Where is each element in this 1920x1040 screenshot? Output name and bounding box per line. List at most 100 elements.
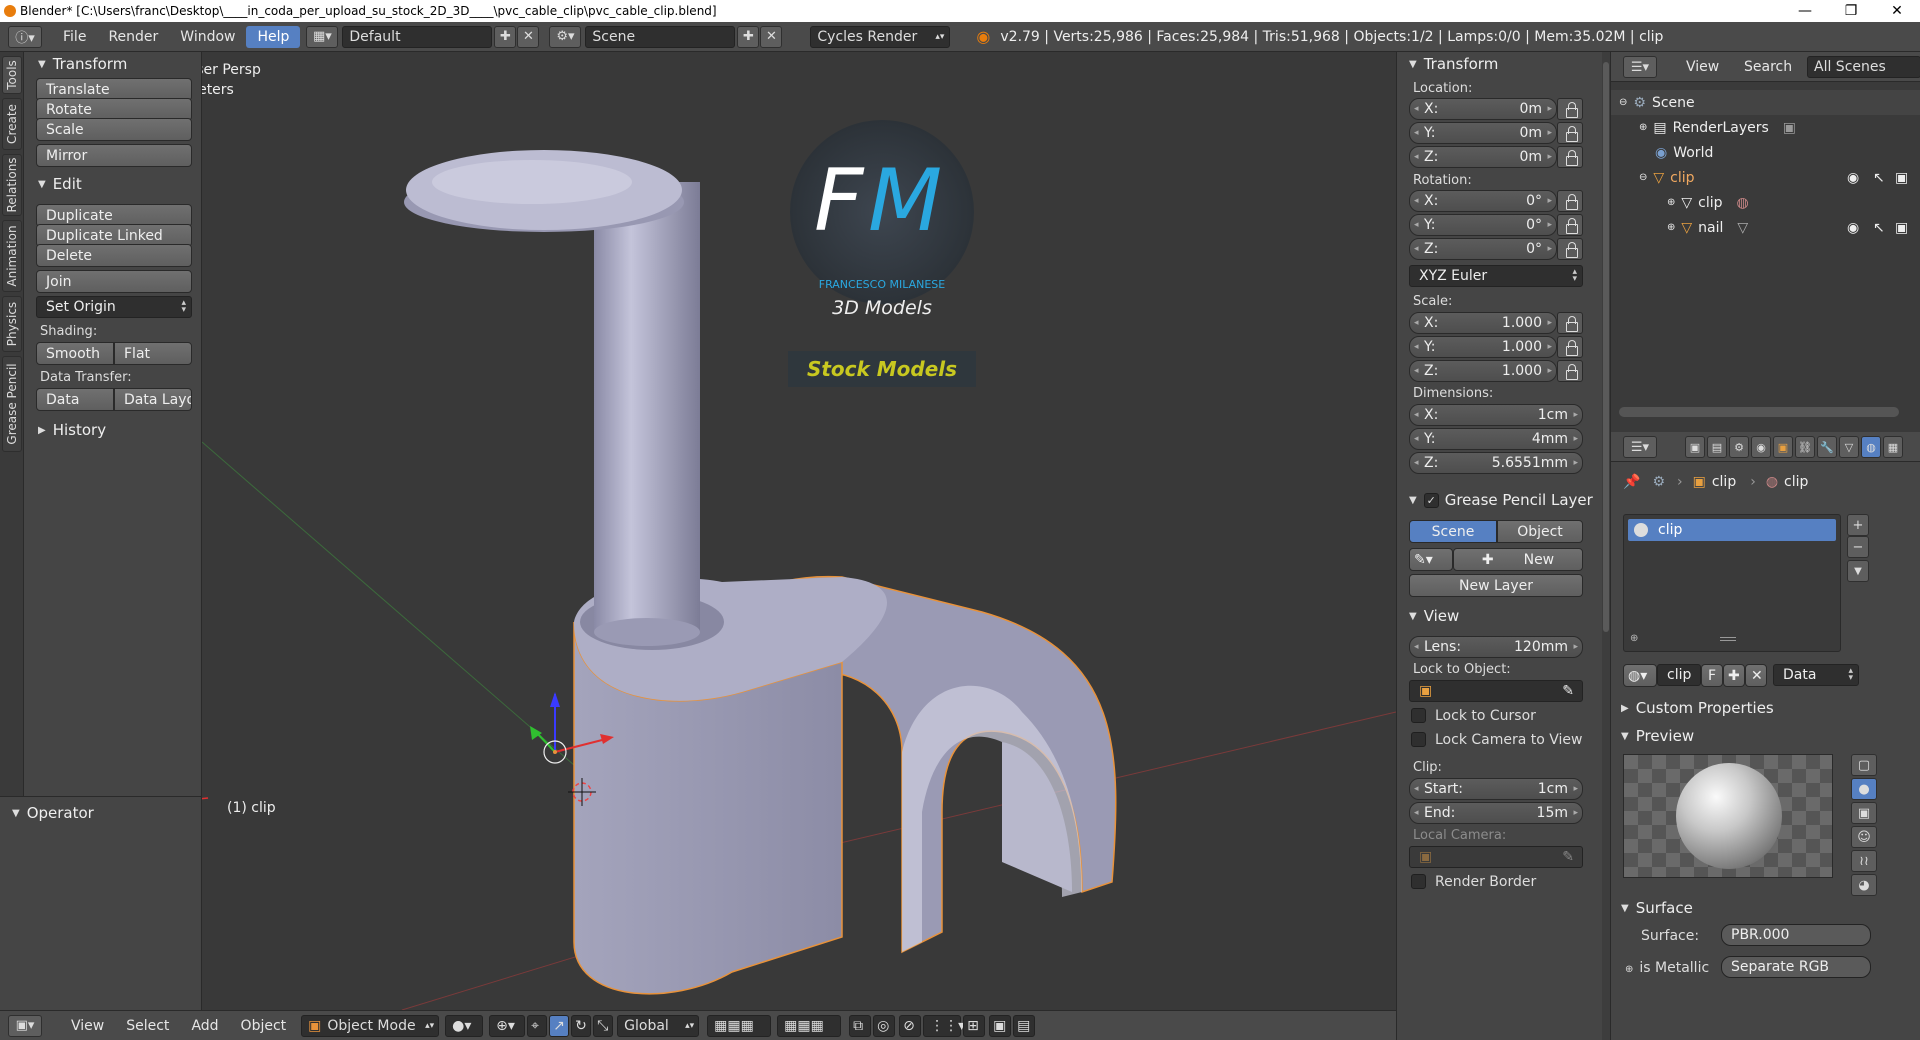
properties-region-scrollbar[interactable] bbox=[1602, 52, 1610, 632]
dimension-y-field[interactable]: Y: 4mm bbox=[1409, 428, 1583, 450]
grease-datablock-icon[interactable]: ✎▾ bbox=[1409, 548, 1453, 571]
outliner-menu-search[interactable]: Search bbox=[1733, 56, 1803, 78]
menu-add[interactable]: Add bbox=[180, 1015, 229, 1037]
visibility-eye-icon[interactable]: ◉ bbox=[1847, 220, 1859, 236]
surface-panel-header[interactable]: ▼ Surface bbox=[1621, 896, 1693, 920]
material-name-field[interactable]: clip bbox=[1657, 664, 1701, 686]
outliner-row-clip[interactable]: ⊖ ▽ clip ◉ ↖ ▣ bbox=[1611, 165, 1920, 190]
render-layers-tab-icon[interactable]: ▤ bbox=[1707, 436, 1727, 458]
scale-manipulator-icon[interactable]: ⤡ bbox=[593, 1014, 614, 1037]
lock-location-y-icon[interactable] bbox=[1557, 122, 1583, 144]
edit-panel-header[interactable]: ▼ Edit bbox=[38, 172, 82, 196]
preview-monkey-icon[interactable]: ☺ bbox=[1851, 826, 1877, 848]
lock-rotation-z-icon[interactable] bbox=[1557, 238, 1583, 260]
clip-end-field[interactable]: End: 15m bbox=[1409, 802, 1583, 824]
surface-shader-field[interactable]: PBR.000 bbox=[1721, 924, 1871, 946]
material-tab-icon[interactable]: ◍ bbox=[1861, 436, 1881, 458]
scene-icon[interactable]: ⚙▾ bbox=[549, 25, 582, 48]
material-link-dropdown[interactable]: Data ▴ ▾ bbox=[1773, 664, 1859, 686]
outliner-editor-type-icon[interactable]: ☰▾ bbox=[1623, 56, 1657, 78]
render-camera-icon[interactable]: ▣ bbox=[1895, 170, 1908, 186]
scale-x-field[interactable]: X: 1.000 bbox=[1409, 312, 1557, 334]
outliner-horizontal-scrollbar[interactable] bbox=[1619, 407, 1899, 417]
selectable-arrow-icon[interactable]: ↖ bbox=[1873, 220, 1885, 236]
menu-object[interactable]: Object bbox=[230, 1015, 298, 1037]
editor-type-icon[interactable]: ▣▾ bbox=[8, 1014, 42, 1037]
proportional-edit-icon[interactable]: ◎ bbox=[873, 1014, 896, 1037]
rotation-x-field[interactable]: X: 0° bbox=[1409, 190, 1557, 212]
render-animation-icon[interactable]: ▤ bbox=[1013, 1014, 1036, 1037]
layers-block-2[interactable]: ▦▦▦ bbox=[777, 1014, 842, 1037]
grease-pencil-panel-header[interactable]: ▼ ✓ Grease Pencil Layer bbox=[1409, 488, 1599, 512]
manipulator-toggle-icon[interactable]: ⌖ bbox=[527, 1014, 548, 1037]
input-link-icon[interactable]: ⊕ bbox=[1625, 964, 1633, 975]
operator-panel-header[interactable]: ▼ Operator bbox=[12, 801, 94, 825]
outliner-row-nail[interactable]: ⊕ ▽ nail ▽ ◉ ↖ ▣ bbox=[1611, 215, 1920, 240]
history-panel-header[interactable]: ▶ History bbox=[38, 418, 106, 442]
mirror-button[interactable]: Mirror bbox=[36, 144, 192, 167]
data-tab-icon[interactable]: ▽ bbox=[1839, 436, 1859, 458]
preview-sphere-icon[interactable]: ● bbox=[1851, 778, 1877, 800]
pin-icon[interactable]: 📌 bbox=[1623, 474, 1640, 490]
menu-render[interactable]: Render bbox=[97, 26, 169, 48]
remove-scene-icon[interactable]: ✕ bbox=[760, 25, 783, 48]
scene-tab-icon[interactable]: ⚙ bbox=[1729, 436, 1749, 458]
data-layout-button[interactable]: Data Layo bbox=[114, 388, 192, 411]
is-metallic-field[interactable]: Separate RGB bbox=[1721, 956, 1871, 978]
pivot-point-dropdown[interactable]: ⊕▾ bbox=[489, 1014, 526, 1037]
unlink-material-icon[interactable]: ✕ bbox=[1745, 664, 1767, 687]
menu-select[interactable]: Select bbox=[115, 1015, 180, 1037]
join-button[interactable]: Join bbox=[36, 270, 192, 293]
clip-start-field[interactable]: Start: 1cm bbox=[1409, 778, 1583, 800]
expand-icon[interactable]: ⊕ bbox=[1639, 122, 1647, 133]
smooth-button[interactable]: Smooth bbox=[36, 342, 114, 365]
snap-element-dropdown[interactable]: ⋮⋮▾ bbox=[923, 1014, 965, 1037]
3d-viewport[interactable]: F M FRANCESCO MILANESE 3D Models Stock M… bbox=[202, 52, 1396, 1010]
material-specials-icon[interactable]: ▼ bbox=[1847, 560, 1869, 582]
preview-flat-icon[interactable]: ▢ bbox=[1851, 754, 1877, 776]
lock-scale-y-icon[interactable] bbox=[1557, 336, 1583, 358]
properties-editor-type-icon[interactable]: ☰▾ bbox=[1623, 436, 1657, 458]
rotation-y-field[interactable]: Y: 0° bbox=[1409, 214, 1557, 236]
menu-help[interactable]: Help bbox=[246, 25, 301, 48]
close-button[interactable]: ✕ bbox=[1874, 3, 1920, 19]
preview-world-icon[interactable]: ◕ bbox=[1851, 874, 1877, 896]
render-border-checkbox[interactable] bbox=[1411, 874, 1426, 889]
dimension-x-field[interactable]: X: 1cm bbox=[1409, 404, 1583, 426]
snap-target-icon[interactable]: ⊞ bbox=[963, 1014, 986, 1037]
delete-button[interactable]: Delete bbox=[36, 244, 192, 267]
lock-object-field[interactable]: ▣ ✎ bbox=[1409, 680, 1583, 702]
preview-hair-icon[interactable]: ≀≀ bbox=[1851, 850, 1877, 872]
rotation-mode-dropdown[interactable]: XYZ Euler ▴ ▾ bbox=[1409, 265, 1583, 287]
add-scene-icon[interactable]: ✚ bbox=[737, 25, 760, 48]
eyedropper-icon[interactable]: ✎ bbox=[1562, 849, 1574, 865]
lock-scale-z-icon[interactable] bbox=[1557, 360, 1583, 382]
transform-panel-header[interactable]: ▼ Transform bbox=[1409, 52, 1498, 76]
render-opengl-icon[interactable]: ▣ bbox=[989, 1014, 1012, 1037]
transform-panel-header[interactable]: ▼ Transform bbox=[38, 52, 127, 76]
snap-toggle-icon[interactable]: ⊘ bbox=[899, 1014, 922, 1037]
set-origin-dropdown[interactable]: Set Origin ▴ ▾ bbox=[36, 296, 192, 318]
grease-scene-button[interactable]: Scene bbox=[1409, 520, 1497, 543]
tab-tools[interactable]: Tools bbox=[2, 56, 22, 94]
scene-field[interactable]: Scene bbox=[585, 25, 736, 48]
location-z-field[interactable]: Z: 0m bbox=[1409, 146, 1557, 168]
menu-window[interactable]: Window bbox=[169, 26, 246, 48]
object-tab-icon[interactable]: ▣ bbox=[1773, 436, 1793, 458]
lock-location-z-icon[interactable] bbox=[1557, 146, 1583, 168]
viewport-shading-dropdown[interactable]: ●▾ bbox=[445, 1014, 484, 1037]
collapse-icon[interactable]: ⊖ bbox=[1639, 172, 1647, 183]
view-panel-header[interactable]: ▼ View bbox=[1409, 604, 1459, 628]
selectable-arrow-icon[interactable]: ↖ bbox=[1873, 170, 1885, 186]
fake-user-button[interactable]: F bbox=[1701, 664, 1723, 687]
render-engine-dropdown[interactable]: Cycles Render ▴▾ bbox=[810, 25, 951, 48]
maximize-button[interactable]: ❐ bbox=[1828, 3, 1874, 19]
lock-rotation-y-icon[interactable] bbox=[1557, 214, 1583, 236]
outliner-row-scene[interactable]: ⊖ ⚙ Scene bbox=[1611, 90, 1920, 115]
visibility-eye-icon[interactable]: ◉ bbox=[1847, 170, 1859, 186]
grease-new-button[interactable]: ✚ New bbox=[1453, 548, 1583, 571]
tab-animation[interactable]: Animation bbox=[2, 220, 22, 292]
lock-camera-layers-icon[interactable]: ⧉ bbox=[849, 1014, 872, 1037]
render-tab-icon[interactable]: ▣ bbox=[1685, 436, 1705, 458]
layers-block-1[interactable]: ▦▦▦ bbox=[707, 1014, 772, 1037]
